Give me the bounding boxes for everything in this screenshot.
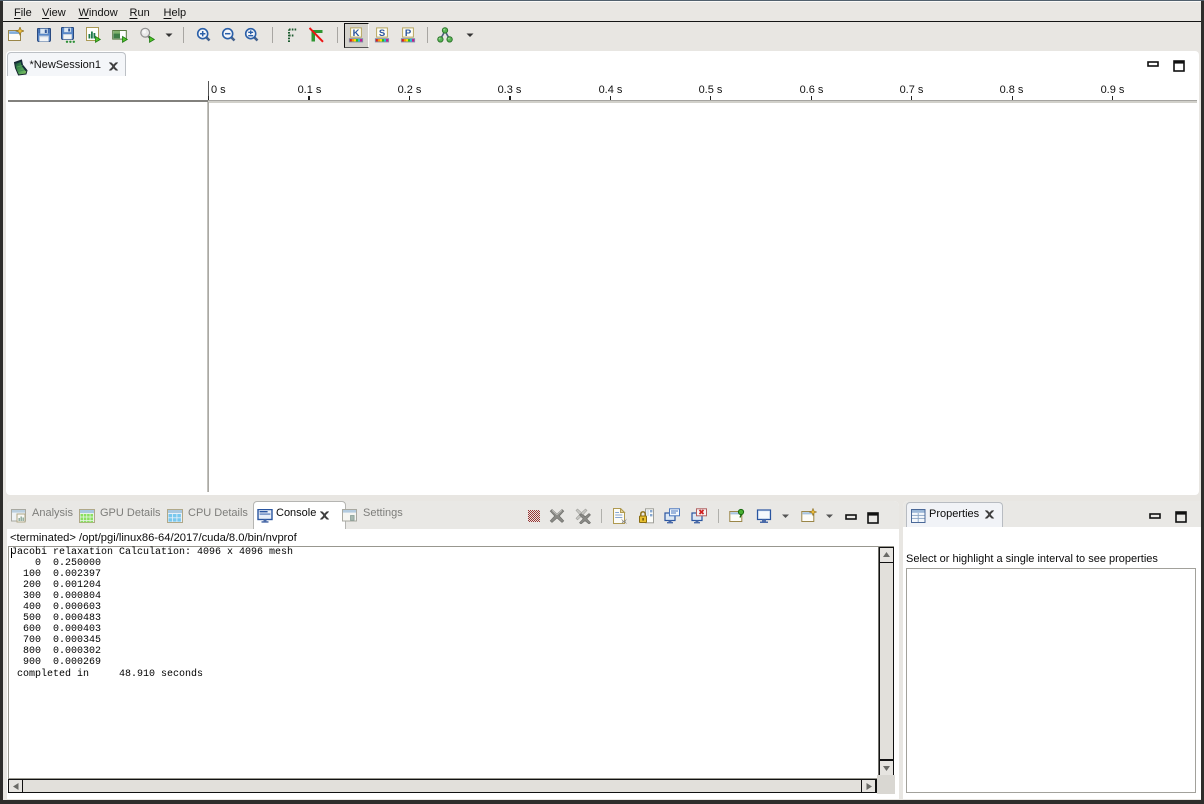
svg-text:K: K [353, 28, 360, 39]
svg-text:P: P [405, 28, 412, 39]
svg-text:S: S [379, 28, 385, 39]
